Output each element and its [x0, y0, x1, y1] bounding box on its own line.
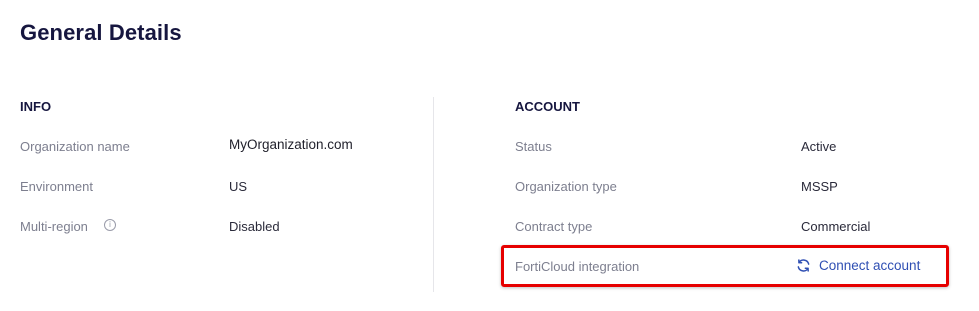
page-title: General Details — [20, 20, 182, 45]
organization-name-value: MyOrganization.com — [229, 137, 353, 152]
contract-type-value: Commercial — [801, 219, 871, 234]
account-heading: ACCOUNT — [515, 99, 580, 114]
status-label: Status — [515, 139, 552, 154]
info-heading: INFO — [20, 99, 52, 114]
status-value: Active — [801, 139, 837, 154]
contract-type-label: Contract type — [515, 219, 593, 234]
organization-type-label: Organization type — [515, 179, 617, 194]
organization-name-label: Organization name — [20, 139, 130, 154]
environment-label: Environment — [20, 179, 93, 194]
multi-region-value: Disabled — [229, 219, 280, 234]
environment-value: US — [229, 179, 248, 194]
section-divider — [433, 97, 434, 292]
info-icon[interactable]: i — [104, 219, 116, 231]
highlight-annotation-box — [501, 245, 949, 287]
multi-region-label: Multi-region — [20, 219, 88, 234]
organization-type-value: MSSP — [801, 179, 838, 194]
